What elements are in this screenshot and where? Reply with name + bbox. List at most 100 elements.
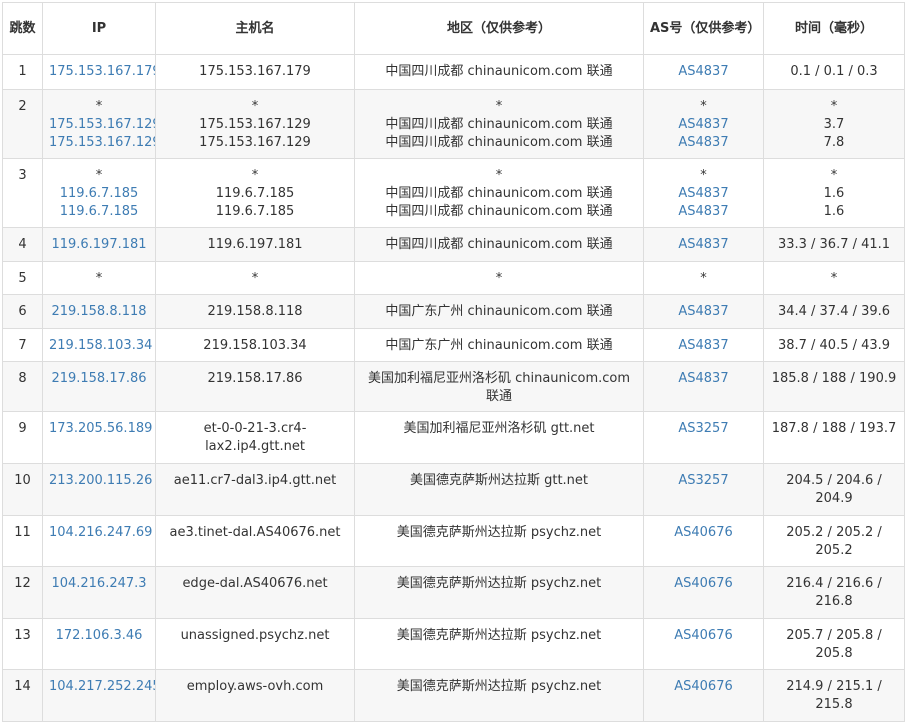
table-row: 14 104.217.252.245 employ.aws-ovh.com 美国德克萨… — [2, 669, 905, 722]
time-cell: 214.9 / 215.1 / 215.8 — [763, 669, 905, 722]
header-host: 主机名 — [155, 2, 355, 55]
as-cell: * AS4837 AS4837 — [643, 158, 764, 228]
as-value[interactable]: AS4837 — [650, 337, 757, 355]
ip-cell: 219.158.103.34 — [42, 328, 156, 362]
ip-value[interactable]: 104.216.247.69 — [49, 524, 152, 542]
time-value: 38.7 / 40.5 / 43.9 — [777, 338, 891, 353]
ip-value[interactable]: 173.205.56.189 — [49, 420, 152, 438]
as-value[interactable]: AS4837 — [650, 116, 757, 134]
ip-value[interactable]: 219.158.17.86 — [49, 370, 149, 388]
as-value[interactable]: AS4837 — [650, 185, 757, 203]
host-cell: * — [155, 261, 355, 295]
as-value[interactable]: AS40676 — [650, 678, 757, 696]
ip-value[interactable]: 119.6.197.181 — [49, 236, 149, 254]
location-cell: 中国广东广州 chinaunicom.com 联通 — [354, 294, 644, 329]
time-cell: 0.1 / 0.1 / 0.3 — [763, 54, 905, 90]
table-row: 7 219.158.103.34 219.158.103.34 中国广东广州 chin… — [2, 328, 905, 362]
as-value[interactable]: AS3257 — [650, 420, 757, 438]
ip-cell: 172.106.3.46 — [42, 618, 156, 670]
as-value[interactable]: AS40676 — [650, 627, 757, 645]
location-cell: * 中国四川成都 chinaunicom.com 联通 中国四川成都 chinaun… — [354, 158, 644, 228]
time-value: 33.3 / 36.7 / 41.1 — [777, 237, 891, 252]
as-value: * — [700, 271, 707, 286]
host-cell: 219.158.17.86 — [155, 361, 355, 412]
ip-cell: 219.158.8.118 — [42, 294, 156, 329]
time-value: 204.5 / 204.6 / 204.9 — [786, 473, 882, 506]
as-cell: AS3257 — [643, 411, 764, 464]
host-value: * — [251, 99, 259, 114]
table-row: 3 * 119.6.7.185 119.6.7.185 * 119.6.7.185 119.… — [2, 158, 905, 228]
ip-value[interactable]: 219.158.103.34 — [49, 337, 152, 355]
ip-value[interactable]: 119.6.7.185 — [49, 185, 149, 203]
host-value: 175.153.167.129 — [199, 135, 311, 150]
time-value: 1.6 — [823, 204, 845, 219]
location-cell: 中国四川成都 chinaunicom.com 联通 — [354, 54, 644, 90]
host-cell: 119.6.197.181 — [155, 227, 355, 262]
ip-value[interactable]: 172.106.3.46 — [49, 627, 149, 645]
time-cell: 34.4 / 37.4 / 39.6 — [763, 294, 905, 329]
ip-value[interactable]: 175.153.167.179 — [49, 63, 155, 81]
ip-cell: 173.205.56.189 — [42, 411, 156, 464]
ip-value[interactable]: 219.158.8.118 — [49, 303, 149, 321]
time-cell: 38.7 / 40.5 / 43.9 — [763, 328, 905, 362]
header-as: AS号（仅供参考） — [643, 2, 764, 55]
ip-value[interactable]: 104.216.247.3 — [49, 575, 149, 593]
location-cell: 中国四川成都 chinaunicom.com 联通 — [354, 227, 644, 262]
as-value[interactable]: AS4837 — [650, 63, 757, 81]
table-row: 4 119.6.197.181 119.6.197.181 中国四川成都 chinau… — [2, 227, 905, 262]
as-value[interactable]: AS4837 — [650, 203, 757, 221]
time-value: 1.6 — [823, 186, 845, 201]
location-value: 中国四川成都 chinaunicom.com 联通 — [385, 64, 613, 79]
as-value[interactable]: AS4837 — [650, 370, 757, 388]
table-row: 12 104.216.247.3 edge-dal.AS40676.net 美国德克萨… — [2, 566, 905, 619]
ip-value[interactable]: 213.200.115.26 — [49, 472, 152, 490]
as-cell: AS40676 — [643, 618, 764, 670]
time-value: 205.7 / 205.8 / 205.8 — [786, 628, 882, 661]
ip-value[interactable]: 119.6.7.185 — [49, 203, 149, 221]
host-cell: employ.aws-ovh.com — [155, 669, 355, 722]
hop-cell: 6 — [2, 294, 43, 329]
header-time: 时间（毫秒） — [763, 2, 905, 55]
as-cell: AS4837 — [643, 361, 764, 412]
hop-cell: 12 — [2, 566, 43, 619]
time-cell: * 1.6 1.6 — [763, 158, 905, 228]
host-cell: et-0-0-21-3.cr4-lax2.ip4.gtt.net — [155, 411, 355, 464]
ip-value[interactable]: 175.153.167.129 — [49, 134, 155, 152]
as-cell: AS3257 — [643, 463, 764, 516]
time-value: * — [830, 168, 838, 183]
as-value[interactable]: AS4837 — [650, 134, 757, 152]
hop-cell: 14 — [2, 669, 43, 722]
as-value[interactable]: AS4837 — [650, 236, 757, 254]
hop-cell: 5 — [2, 261, 43, 295]
host-value: edge-dal.AS40676.net — [182, 576, 328, 591]
traceroute-table: 跳数 IP 主机名 地区（仅供参考） AS号（仅供参考） 时间（毫秒） 1 175… — [2, 2, 905, 722]
as-value[interactable]: AS40676 — [650, 524, 757, 542]
host-value: 119.6.7.185 — [215, 204, 295, 219]
ip-cell: 175.153.167.179 — [42, 54, 156, 90]
ip-cell: 104.216.247.69 — [42, 515, 156, 567]
as-value[interactable]: AS3257 — [650, 472, 757, 490]
time-cell: 187.8 / 188 / 193.7 — [763, 411, 905, 464]
host-cell: unassigned.psychz.net — [155, 618, 355, 670]
table-row: 8 219.158.17.86 219.158.17.86 美国加利福尼亚州洛杉矶 c… — [2, 361, 905, 412]
table-row: 6 219.158.8.118 219.158.8.118 中国广东广州 chinau… — [2, 294, 905, 329]
host-value: unassigned.psychz.net — [180, 628, 330, 643]
host-value: ae11.cr7-dal3.ip4.gtt.net — [173, 473, 337, 488]
time-value: 34.4 / 37.4 / 39.6 — [777, 304, 891, 319]
ip-value: * — [95, 99, 103, 114]
host-value: 175.153.167.129 — [199, 117, 311, 132]
ip-value: * — [95, 271, 103, 286]
ip-cell: 219.158.17.86 — [42, 361, 156, 412]
ip-value[interactable]: 175.153.167.129 — [49, 116, 155, 134]
host-value: 175.153.167.179 — [199, 64, 311, 79]
location-cell: * 中国四川成都 chinaunicom.com 联通 中国四川成都 chinaun… — [354, 89, 644, 159]
host-value: 119.6.197.181 — [207, 237, 303, 252]
hop-cell: 7 — [2, 328, 43, 362]
ip-value: * — [95, 168, 103, 183]
header-location: 地区（仅供参考） — [354, 2, 644, 55]
ip-value[interactable]: 104.217.252.245 — [49, 678, 155, 696]
as-value[interactable]: AS40676 — [650, 575, 757, 593]
time-cell: 205.7 / 205.8 / 205.8 — [763, 618, 905, 670]
as-value[interactable]: AS4837 — [650, 303, 757, 321]
time-value: * — [830, 99, 838, 114]
